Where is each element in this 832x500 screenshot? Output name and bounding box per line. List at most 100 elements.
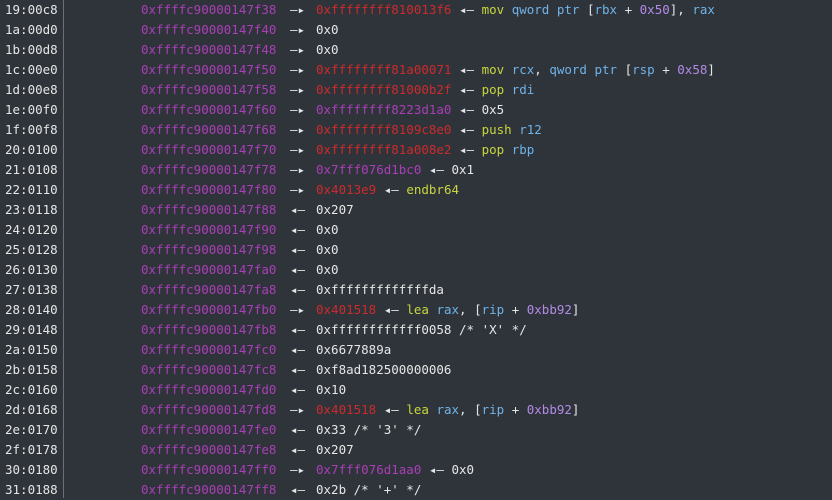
deref-text: ◂— bbox=[459, 102, 482, 117]
stack-address: 0xffffc90000147fe0 bbox=[141, 422, 277, 437]
deref-text: ◂— bbox=[383, 302, 407, 317]
value-text: 0x0 bbox=[316, 222, 339, 237]
stack-address: 0xffffc90000147ff8 bbox=[141, 482, 277, 497]
stack-value: 0x4013e9 ◂— endbr64 bbox=[316, 180, 459, 200]
value-text: 0x4013e9 bbox=[316, 182, 377, 197]
stack-address: 0xffffc90000147fa8 bbox=[141, 282, 277, 297]
stack-value: 0x0 bbox=[316, 20, 339, 40]
deref-text: ] bbox=[707, 62, 715, 77]
deref-arrow: ◂— bbox=[290, 242, 306, 257]
deref-text: , [ bbox=[459, 302, 482, 317]
stack-row[interactable]: 21:0108 0xffffc90000147f78 —▸ 0x7fff076d1bc… bbox=[0, 160, 832, 180]
instruction-mnemonic: pop bbox=[481, 82, 512, 97]
stack-row[interactable]: 22:0110 0xffffc90000147f80 —▸ 0x4013e9 ◂— e… bbox=[0, 180, 832, 200]
stack-row[interactable]: 30:0180 0xffffc90000147ff0 —▸ 0x7fff076d1aa… bbox=[0, 460, 832, 480]
stack-row[interactable]: 28:0140 0xffffc90000147fb0 —▸ 0x401518 ◂— l… bbox=[0, 300, 832, 320]
register-operand: qword ptr bbox=[511, 2, 587, 17]
stack-row[interactable]: 1a:00d0 0xffffc90000147f40 —▸ 0x0 bbox=[0, 20, 832, 40]
stack-address: 0xffffc90000147fe8 bbox=[141, 442, 277, 457]
stack-offset: 20:0100 bbox=[5, 142, 58, 157]
stack-offset: 1f:00f8 bbox=[5, 122, 58, 137]
deref-arrow: ◂— bbox=[290, 262, 306, 277]
deref-text: ], bbox=[669, 2, 693, 17]
immediate-operand: 0x58 bbox=[677, 62, 708, 77]
value-text: 0x6677889a bbox=[316, 342, 392, 357]
debugger-stack-view: 19:00c8 0xffffc90000147f38 —▸ 0xffffffff810… bbox=[0, 0, 832, 498]
stack-address: 0xffffc90000147fc8 bbox=[141, 362, 277, 377]
stack-row[interactable]: 23:0118 0xffffc90000147f88 ◂— 0x207 bbox=[0, 200, 832, 220]
stack-address: 0xffffc90000147f88 bbox=[141, 202, 277, 217]
deref-arrow: ◂— bbox=[290, 322, 306, 337]
deref-arrow: ◂— bbox=[290, 382, 306, 397]
stack-value: 0xffffffffffff0058 /* 'X' */ bbox=[316, 320, 527, 340]
stack-address: 0xffffc90000147f38 bbox=[141, 2, 277, 17]
deref-text: 0x1 bbox=[451, 162, 475, 177]
stack-value: 0x33 /* '3' */ bbox=[316, 420, 421, 440]
stack-row[interactable]: 1d:00e8 0xffffc90000147f58 —▸ 0xffffffff810… bbox=[0, 80, 832, 100]
stack-address: 0xffffc90000147fc0 bbox=[141, 342, 277, 357]
stack-value: 0x207 bbox=[316, 200, 354, 220]
deref-arrow: ◂— bbox=[290, 442, 306, 457]
stack-row[interactable]: 27:0138 0xffffc90000147fa8 ◂— 0xfffffffffff… bbox=[0, 280, 832, 300]
deref-text: ] bbox=[571, 402, 580, 417]
deref-arrow: —▸ bbox=[290, 62, 306, 77]
deref-text: ◂— bbox=[383, 402, 407, 417]
deref-arrow: —▸ bbox=[290, 182, 306, 197]
immediate-operand: 0xbb92 bbox=[526, 402, 572, 417]
instruction-mnemonic: endbr64 bbox=[406, 182, 460, 197]
stack-row[interactable]: 20:0100 0xffffc90000147f70 —▸ 0xffffffff81a… bbox=[0, 140, 832, 160]
stack-value: 0x207 bbox=[316, 440, 354, 460]
stack-offset: 26:0130 bbox=[5, 262, 58, 277]
stack-row[interactable]: 19:00c8 0xffffc90000147f38 —▸ 0xffffffff810… bbox=[0, 0, 832, 20]
stack-value: 0xffffffff81000b2f ◂— pop rdi bbox=[316, 80, 534, 100]
stack-row[interactable]: 1e:00f0 0xffffc90000147f60 —▸ 0xffffffff822… bbox=[0, 100, 832, 120]
stack-row[interactable]: 29:0148 0xffffc90000147fb8 ◂— 0xfffffffffff… bbox=[0, 320, 832, 340]
deref-text: , [ bbox=[459, 402, 482, 417]
deref-arrow: —▸ bbox=[290, 302, 306, 317]
stack-row[interactable]: 2f:0178 0xffffc90000147fe8 ◂— 0x207 bbox=[0, 440, 832, 460]
immediate-operand: 0x50 bbox=[639, 2, 670, 17]
stack-row[interactable]: 1c:00e0 0xffffc90000147f50 —▸ 0xffffffff81a… bbox=[0, 60, 832, 80]
deref-text: ◂— bbox=[459, 122, 482, 137]
stack-value: 0x2b /* '+' */ bbox=[316, 480, 421, 500]
stack-row[interactable]: 24:0120 0xffffc90000147f90 ◂— 0x0 bbox=[0, 220, 832, 240]
stack-row[interactable]: 1f:00f8 0xffffc90000147f68 —▸ 0xffffffff810… bbox=[0, 120, 832, 140]
value-text: 0x0 bbox=[316, 242, 339, 257]
value-text: 0xfffffffffffffda bbox=[316, 282, 444, 297]
stack-offset: 27:0138 bbox=[5, 282, 58, 297]
stack-offset: 2e:0170 bbox=[5, 422, 58, 437]
stack-row[interactable]: 31:0188 0xffffc90000147ff8 ◂— 0x2b /* '+' *… bbox=[0, 480, 832, 500]
value-text: 0xffffffffffff0058 /* 'X' */ bbox=[316, 322, 527, 337]
stack-offset: 21:0108 bbox=[5, 162, 58, 177]
value-text: 0x7fff076d1bc0 bbox=[316, 162, 422, 177]
stack-row[interactable]: 1b:00d8 0xffffc90000147f48 —▸ 0x0 bbox=[0, 40, 832, 60]
register-operand: r12 bbox=[519, 122, 542, 137]
stack-value: 0xffffffff8223d1a0 ◂— 0x5 bbox=[316, 100, 504, 120]
stack-row[interactable]: 25:0128 0xffffc90000147f98 ◂— 0x0 bbox=[0, 240, 832, 260]
stack-offset: 24:0120 bbox=[5, 222, 58, 237]
register-operand: rax bbox=[436, 402, 460, 417]
stack-row[interactable]: 2c:0160 0xffffc90000147fd0 ◂— 0x10 bbox=[0, 380, 832, 400]
deref-text: ◂— bbox=[459, 2, 482, 17]
stack-address: 0xffffc90000147f70 bbox=[141, 142, 277, 157]
stack-offset: 29:0148 bbox=[5, 322, 58, 337]
deref-text: ◂— bbox=[383, 182, 407, 197]
stack-value: 0xffffffff810013f6 ◂— mov qword ptr [rbx… bbox=[316, 0, 715, 20]
stack-address: 0xffffc90000147f58 bbox=[141, 82, 277, 97]
value-text: 0x401518 bbox=[316, 302, 377, 317]
stack-row[interactable]: 2e:0170 0xffffc90000147fe0 ◂— 0x33 /* '3' *… bbox=[0, 420, 832, 440]
stack-offset: 2a:0150 bbox=[5, 342, 58, 357]
deref-arrow: ◂— bbox=[290, 482, 306, 497]
deref-text: [ bbox=[624, 62, 633, 77]
stack-value: 0xffffffff81a00071 ◂— mov rcx, qword ptr… bbox=[316, 60, 715, 80]
value-text: 0x0 bbox=[316, 262, 339, 277]
deref-text: , bbox=[534, 62, 550, 77]
stack-row[interactable]: 2a:0150 0xffffc90000147fc0 ◂— 0x6677889a bbox=[0, 340, 832, 360]
stack-row[interactable]: 26:0130 0xffffc90000147fa0 ◂— 0x0 bbox=[0, 260, 832, 280]
stack-offset: 1e:00f0 bbox=[5, 102, 58, 117]
stack-offset: 1a:00d0 bbox=[5, 22, 58, 37]
stack-row[interactable]: 2b:0158 0xffffc90000147fc8 ◂— 0xf8ad1825000… bbox=[0, 360, 832, 380]
stack-offset: 22:0110 bbox=[5, 182, 58, 197]
stack-row[interactable]: 2d:0168 0xffffc90000147fd8 —▸ 0x401518 ◂— l… bbox=[0, 400, 832, 420]
deref-text: ◂— bbox=[459, 82, 482, 97]
